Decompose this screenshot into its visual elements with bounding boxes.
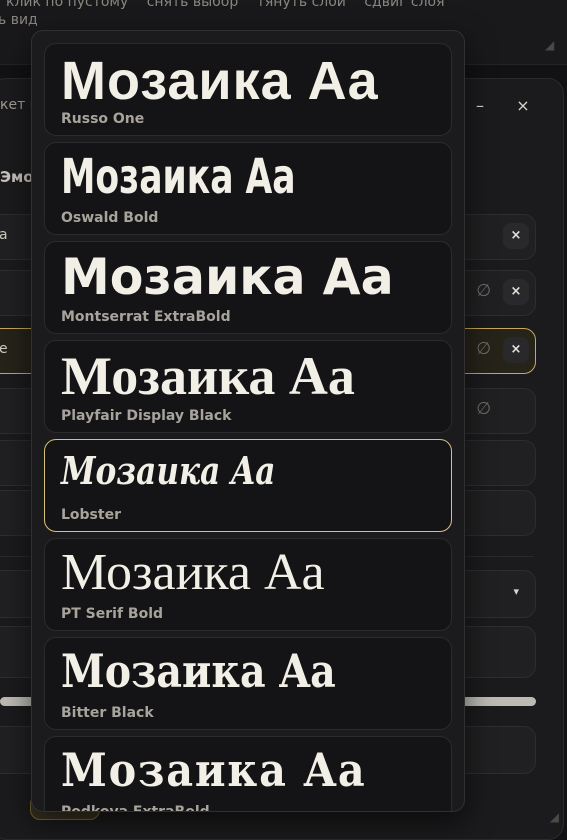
font-option-montserrat-extrabold[interactable]: Мозаика Aa Montserrat ExtraBold <box>44 241 452 334</box>
font-option-pt-serif-bold[interactable]: Мозаика Aa PT Serif Bold <box>44 538 452 631</box>
section-label: Эмо <box>0 168 34 186</box>
layer-label: e <box>0 341 8 357</box>
hint-deselect: снять выбор <box>146 0 239 10</box>
font-preview: Мозаика Aa <box>61 248 394 306</box>
font-name: PT Serif Bold <box>61 606 164 622</box>
remove-layer-button[interactable]: × <box>503 337 529 363</box>
font-preview: Мозаика Aa <box>61 743 367 797</box>
font-name: Lobster <box>61 507 121 523</box>
font-name: Podkova ExtraBold <box>61 804 210 812</box>
hint-click-empty: клик по пустому <box>6 0 129 10</box>
hide-layer-icon[interactable]: ∅ <box>476 399 491 419</box>
minimize-button[interactable]: – <box>470 96 490 115</box>
font-option-bitter-black[interactable]: Мозаика Aa Bitter Black <box>44 637 452 730</box>
resize-handle-icon[interactable]: ◢ <box>545 38 559 52</box>
font-name: Playfair Display Black <box>61 408 232 424</box>
font-name: Oswald Bold <box>61 210 159 226</box>
font-name: Montserrat ExtraBold <box>61 309 231 325</box>
font-preview: Мозаика Aa <box>61 544 325 601</box>
font-option-playfair-display-black[interactable]: Мозаика Aa Playfair Display Black <box>44 340 452 433</box>
font-option-lobster[interactable]: Мозаика Aa Lobster <box>44 439 452 532</box>
hint-drag-layer: тянуть слой <box>256 0 346 10</box>
font-preview: Мозаика Aa <box>61 644 336 698</box>
font-preview: Мозаика Aa <box>61 346 355 406</box>
font-dropdown: Мозаика Aa Russo One Мозаика Aa Oswald B… <box>31 30 465 812</box>
layer-label: a <box>0 227 8 243</box>
hide-layer-icon[interactable]: ∅ <box>476 281 491 301</box>
hints-line-2: ь вид <box>0 12 38 28</box>
remove-layer-button[interactable]: × <box>503 223 529 249</box>
chevron-down-icon[interactable]: ▾ <box>513 585 519 598</box>
font-name: Bitter Black <box>61 705 154 721</box>
font-preview: Мозаика Aa <box>61 51 379 111</box>
hint-shift-layer: сдвиг слоя <box>364 0 445 10</box>
remove-layer-button[interactable]: × <box>503 279 529 305</box>
font-option-podkova-extrabold[interactable]: Мозаика Aa Podkova ExtraBold <box>44 736 452 812</box>
hide-layer-icon[interactable]: ∅ <box>476 339 491 359</box>
font-preview: Мозаика Aa <box>61 448 276 493</box>
font-option-russo-one[interactable]: Мозаика Aa Russo One <box>44 43 452 136</box>
font-name: Russo One <box>61 111 145 127</box>
close-button[interactable]: × <box>513 96 533 115</box>
resize-handle-icon[interactable]: ◢ <box>550 810 559 824</box>
hints-line-1: клик по пустому снять выбор тянуть слой … <box>6 0 459 10</box>
font-option-oswald-bold[interactable]: Мозаика Aa Oswald Bold <box>44 142 452 235</box>
font-preview: Мозаика Aa <box>61 149 296 205</box>
